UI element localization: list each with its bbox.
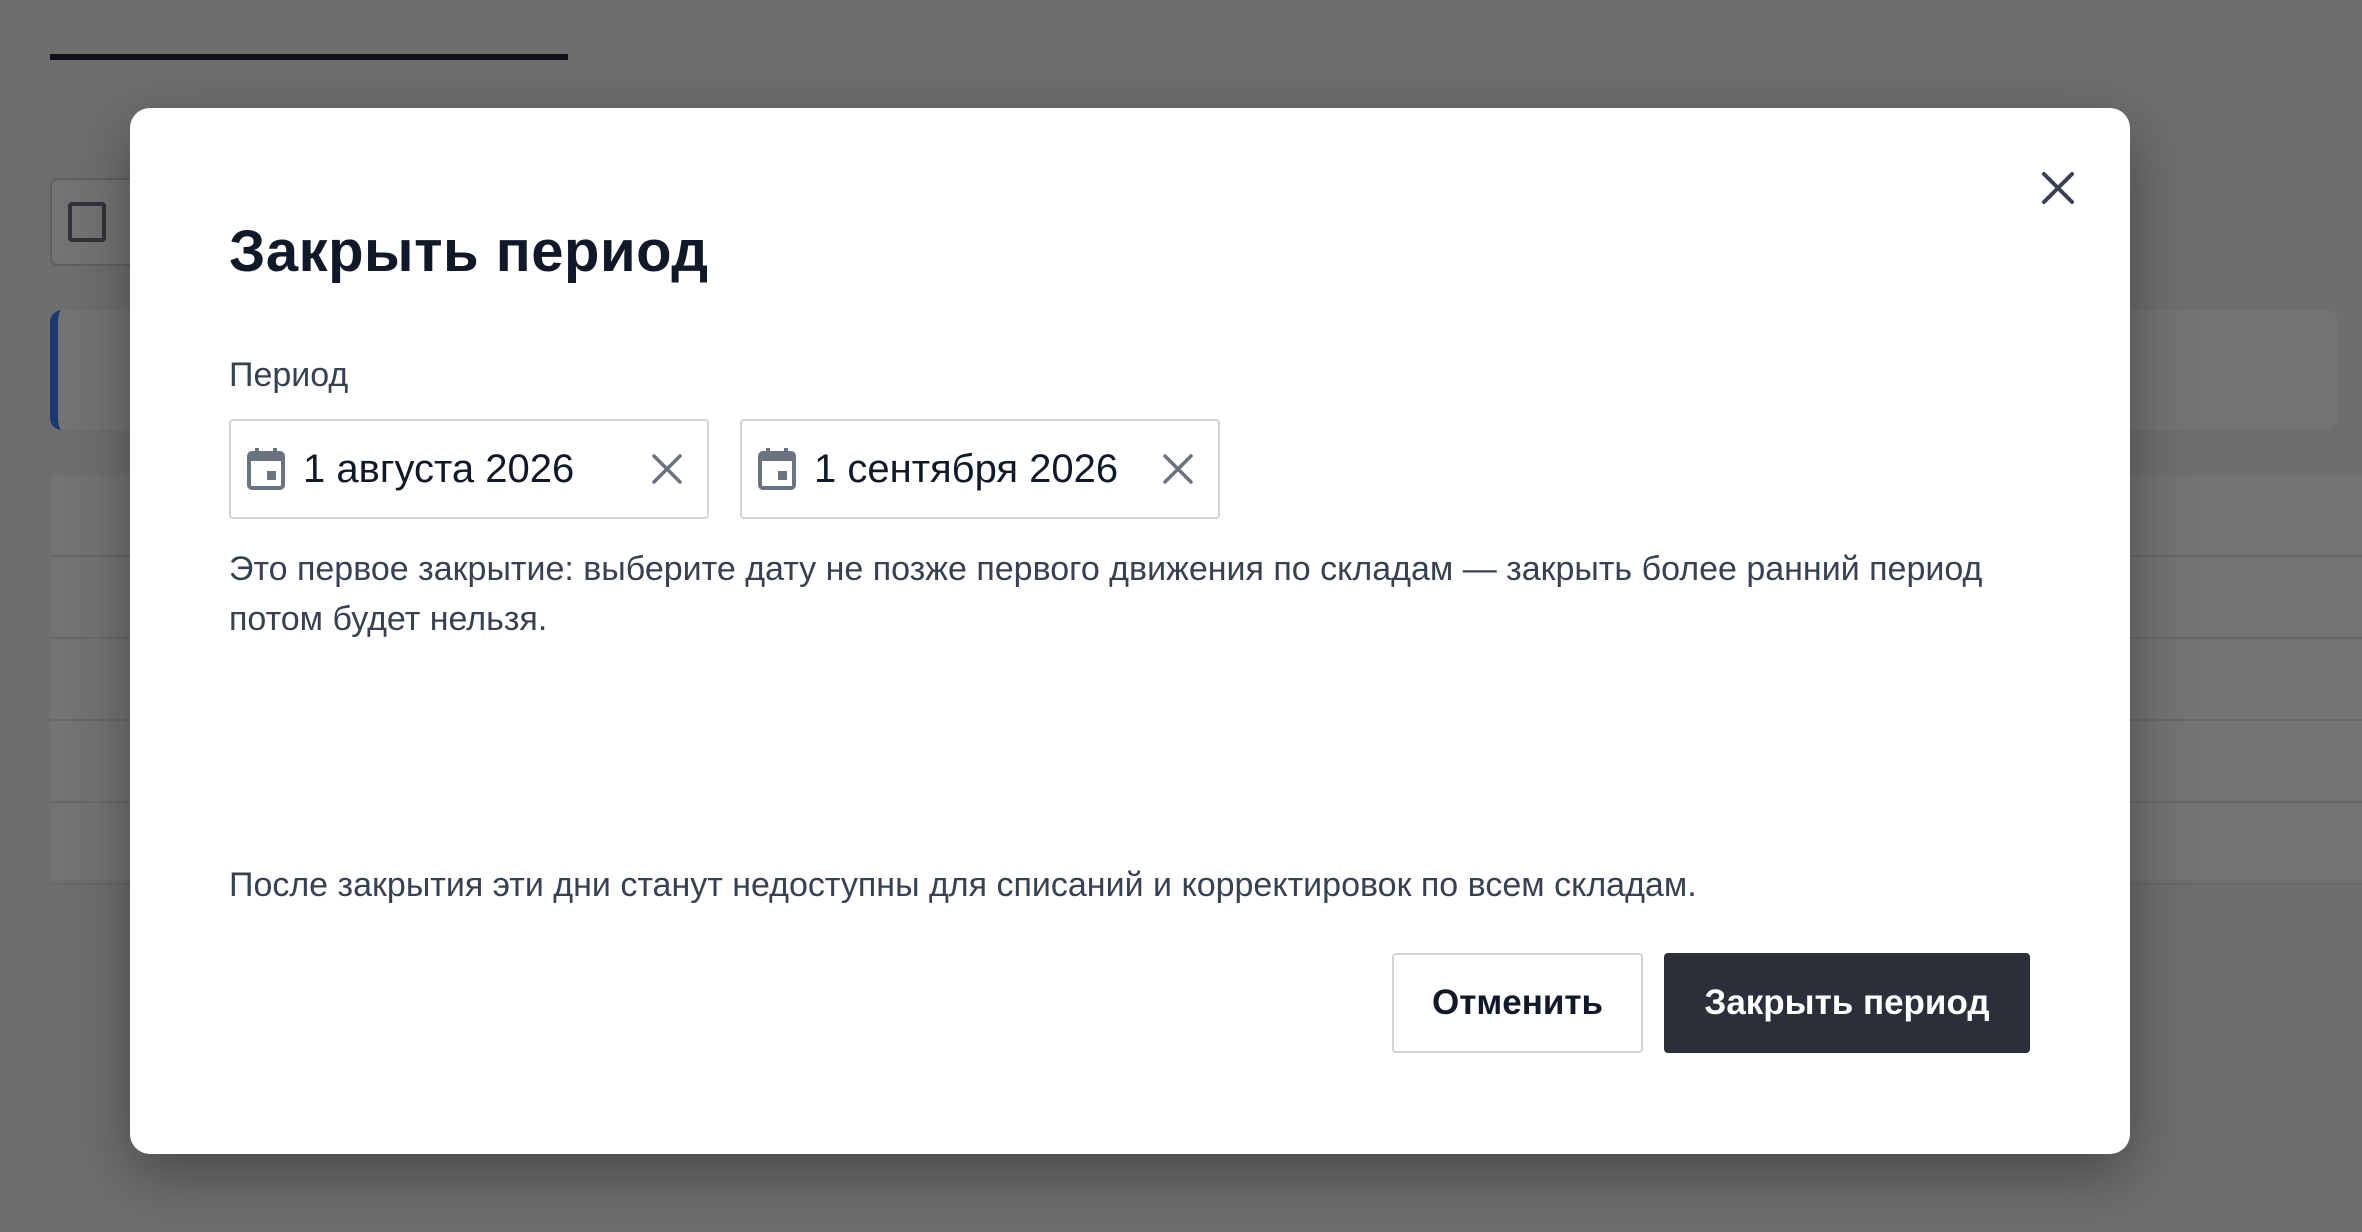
date-to-value: 1 сентября 2026 (814, 446, 1119, 491)
footer-note: После закрытия эти дни станут недоступны… (229, 866, 1697, 904)
close-icon (2042, 172, 2074, 204)
close-button[interactable] (2030, 160, 2086, 216)
cancel-button[interactable]: Отменить (1392, 953, 1643, 1053)
clear-icon[interactable] (645, 447, 689, 491)
date-to-input[interactable]: 1 сентября 2026 (740, 419, 1220, 519)
clear-icon[interactable] (1156, 447, 1200, 491)
calendar-icon[interactable] (756, 446, 798, 492)
calendar-icon[interactable] (245, 446, 287, 492)
period-hint: Это первое закрытие: выберите дату не по… (229, 550, 1983, 638)
period-label: Период (229, 356, 349, 394)
close-period-button[interactable]: Закрыть период (1664, 953, 2030, 1053)
close-period-dialog: Закрыть период Период 1 августа 2026 1 с… (130, 108, 2130, 1154)
dialog-title: Закрыть период (229, 219, 709, 284)
date-from-value: 1 августа 2026 (303, 446, 575, 491)
date-from-input[interactable]: 1 августа 2026 (229, 419, 709, 519)
